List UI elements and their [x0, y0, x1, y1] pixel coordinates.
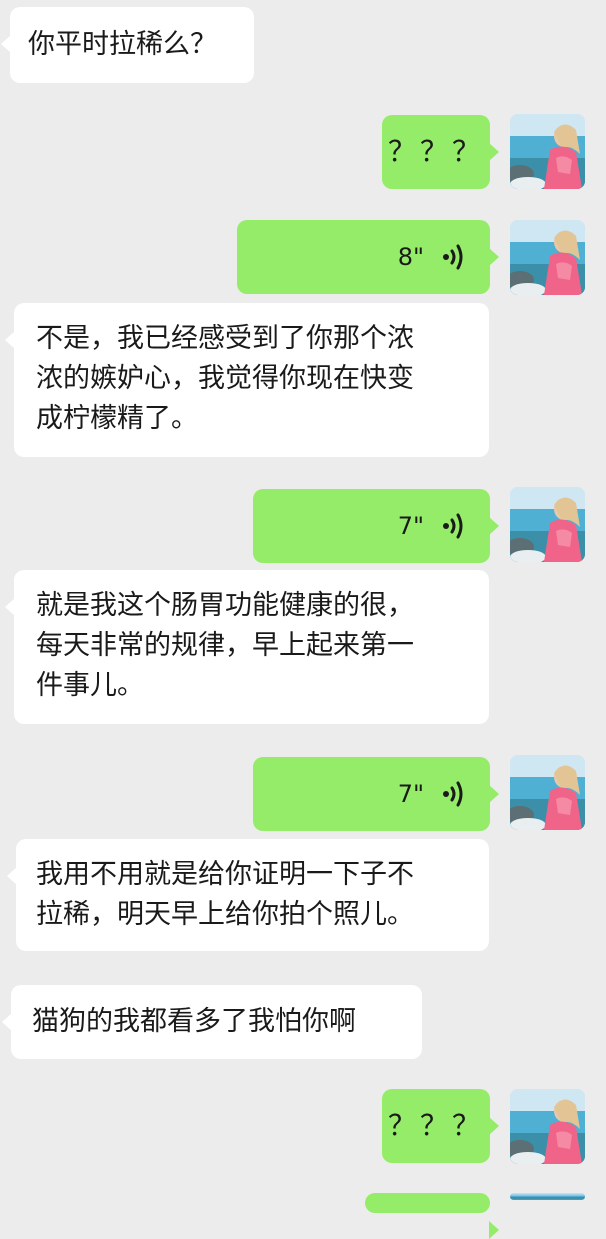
avatar[interactable] [510, 1193, 585, 1200]
message-text: ？？？ [387, 135, 484, 168]
voice-duration: 8" [397, 243, 424, 271]
avatar[interactable] [510, 1089, 585, 1164]
message-bubble-sent[interactable]: ？？？ [382, 115, 499, 189]
voice-wave-icon [443, 513, 463, 539]
message-bubble-received[interactable]: 猫狗的我都看多了我怕你啊 [2, 985, 422, 1059]
message-bubble-received[interactable]: 你平时拉稀么？ [1, 7, 254, 83]
message-text: 猫狗的我都看多了我怕你啊 [32, 1006, 356, 1037]
avatar[interactable] [510, 755, 585, 830]
avatar-photo-icon [510, 487, 585, 562]
voice-wave-icon [443, 244, 463, 270]
message-text: 就是我这个肠胃功能健康的很， 每天非常的规律，早上起来第一 件事儿。 [36, 590, 414, 701]
message-text: ？？？ [387, 1109, 484, 1142]
avatar-photo-icon [510, 220, 585, 295]
message-bubble-received[interactable]: 不是，我已经感受到了你那个浓 浓的嫉妒心，我觉得你现在快变 成柠檬精了。 [5, 303, 489, 457]
avatar-photo-icon [510, 1089, 585, 1164]
voice-message-bubble[interactable]: 7" [253, 489, 499, 563]
message-bubble-sent[interactable]: ？？？ [382, 1089, 499, 1163]
voice-message-bubble[interactable]: 7" [253, 757, 499, 831]
avatar[interactable] [510, 220, 585, 295]
avatar-photo-icon [510, 755, 585, 830]
message-bubble-received[interactable]: 我用不用就是给你证明一下子不 拉稀，明天早上给你拍个照儿。 [7, 839, 489, 951]
voice-duration: 7" [397, 512, 424, 540]
message-text: 不是，我已经感受到了你那个浓 浓的嫉妒心，我觉得你现在快变 成柠檬精了。 [36, 323, 414, 434]
voice-wave-icon [443, 781, 463, 807]
message-bubble-received[interactable]: 就是我这个肠胃功能健康的很， 每天非常的规律，早上起来第一 件事儿。 [5, 570, 489, 724]
voice-message-bubble[interactable]: 8" [237, 220, 499, 294]
avatar-photo-icon [510, 114, 585, 189]
avatar[interactable] [510, 487, 585, 562]
message-text: 我用不用就是给你证明一下子不 拉稀，明天早上给你拍个照儿。 [36, 859, 414, 930]
message-text: 你平时拉稀么？ [28, 29, 217, 60]
avatar[interactable] [510, 114, 585, 189]
voice-duration: 7" [397, 780, 424, 808]
message-bubble-sent-partial[interactable] [365, 1193, 499, 1239]
